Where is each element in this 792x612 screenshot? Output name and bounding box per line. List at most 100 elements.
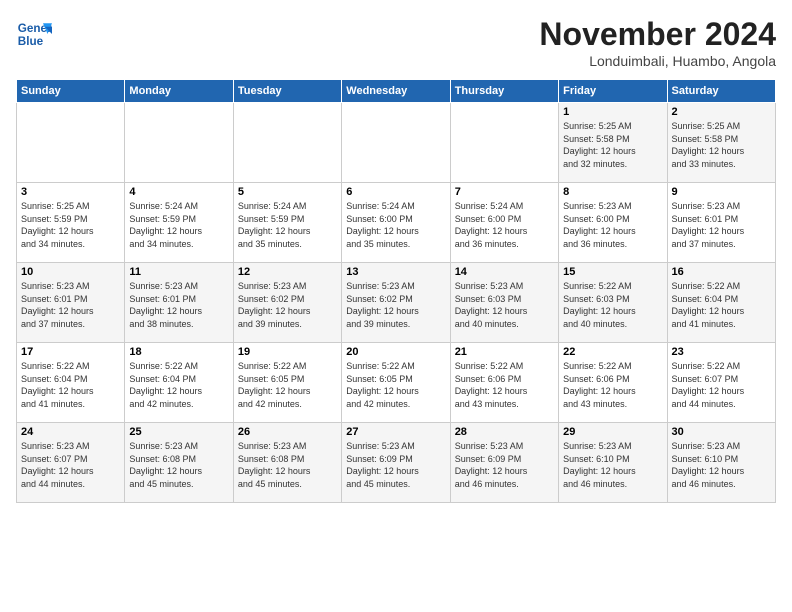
day-number: 17 bbox=[21, 346, 120, 358]
day-number: 5 bbox=[238, 186, 337, 198]
weekday-header-row: SundayMondayTuesdayWednesdayThursdayFrid… bbox=[17, 80, 776, 103]
day-number: 25 bbox=[129, 426, 228, 438]
day-number: 3 bbox=[21, 186, 120, 198]
day-number: 15 bbox=[563, 266, 662, 278]
calendar-cell: 20 Sunrise: 5:22 AM Sunset: 6:05 PM Dayli… bbox=[342, 343, 450, 423]
day-number: 10 bbox=[21, 266, 120, 278]
day-info: Sunrise: 5:23 AM Sunset: 6:01 PM Dayligh… bbox=[21, 280, 120, 330]
day-info: Sunrise: 5:22 AM Sunset: 6:03 PM Dayligh… bbox=[563, 280, 662, 330]
calendar-cell: 16Sunrise: 5:22 AM Sunset: 6:04 PM Dayli… bbox=[667, 263, 775, 343]
weekday-header-monday: Monday bbox=[125, 80, 233, 103]
calendar-cell: 21 Sunrise: 5:22 AM Sunset: 6:06 PM Dayli… bbox=[450, 343, 558, 423]
calendar-cell: 2 Sunrise: 5:25 AM Sunset: 5:58 PM Daylig… bbox=[667, 103, 775, 183]
calendar-cell bbox=[342, 103, 450, 183]
day-number: 29 bbox=[563, 426, 662, 438]
calendar-cell: 1 Sunrise: 5:25 AM Sunset: 5:58 PM Daylig… bbox=[559, 103, 667, 183]
calendar-cell: 29Sunrise: 5:23 AM Sunset: 6:10 PM Dayli… bbox=[559, 423, 667, 503]
day-info: Sunrise: 5:23 AM Sunset: 6:10 PM Dayligh… bbox=[672, 440, 771, 490]
title-area: November 2024 Londuimbali, Huambo, Angol… bbox=[539, 16, 776, 69]
day-info: Sunrise: 5:23 AM Sunset: 6:03 PM Dayligh… bbox=[455, 280, 554, 330]
weekday-header-tuesday: Tuesday bbox=[233, 80, 341, 103]
logo: General Blue bbox=[16, 16, 52, 52]
day-info: Sunrise: 5:22 AM Sunset: 6:04 PM Dayligh… bbox=[672, 280, 771, 330]
calendar-cell: 10 Sunrise: 5:23 AM Sunset: 6:01 PM Dayli… bbox=[17, 263, 125, 343]
calendar-cell bbox=[17, 103, 125, 183]
day-number: 11 bbox=[129, 266, 228, 278]
day-number: 23 bbox=[672, 346, 771, 358]
day-number: 19 bbox=[238, 346, 337, 358]
calendar-cell: 30 Sunrise: 5:23 AM Sunset: 6:10 PM Dayli… bbox=[667, 423, 775, 503]
day-info: Sunrise: 5:23 AM Sunset: 6:08 PM Dayligh… bbox=[129, 440, 228, 490]
calendar-cell: 19 Sunrise: 5:22 AM Sunset: 6:05 PM Dayli… bbox=[233, 343, 341, 423]
day-info: Sunrise: 5:22 AM Sunset: 6:04 PM Dayligh… bbox=[129, 360, 228, 410]
calendar-cell: 13 Sunrise: 5:23 AM Sunset: 6:02 PM Dayli… bbox=[342, 263, 450, 343]
calendar-cell: 24Sunrise: 5:23 AM Sunset: 6:07 PM Dayli… bbox=[17, 423, 125, 503]
calendar-week-2: 3 Sunrise: 5:25 AM Sunset: 5:59 PM Daylig… bbox=[17, 183, 776, 263]
day-info: Sunrise: 5:25 AM Sunset: 5:58 PM Dayligh… bbox=[672, 120, 771, 170]
day-info: Sunrise: 5:24 AM Sunset: 5:59 PM Dayligh… bbox=[238, 200, 337, 250]
calendar-cell: 18 Sunrise: 5:22 AM Sunset: 6:04 PM Dayli… bbox=[125, 343, 233, 423]
calendar-cell: 6Sunrise: 5:24 AM Sunset: 6:00 PM Daylig… bbox=[342, 183, 450, 263]
day-info: Sunrise: 5:22 AM Sunset: 6:05 PM Dayligh… bbox=[238, 360, 337, 410]
day-number: 30 bbox=[672, 426, 771, 438]
day-info: Sunrise: 5:23 AM Sunset: 6:01 PM Dayligh… bbox=[129, 280, 228, 330]
day-number: 21 bbox=[455, 346, 554, 358]
day-info: Sunrise: 5:23 AM Sunset: 6:00 PM Dayligh… bbox=[563, 200, 662, 250]
calendar-cell bbox=[450, 103, 558, 183]
day-number: 13 bbox=[346, 266, 445, 278]
calendar-cell: 4Sunrise: 5:24 AM Sunset: 5:59 PM Daylig… bbox=[125, 183, 233, 263]
calendar-week-5: 24Sunrise: 5:23 AM Sunset: 6:07 PM Dayli… bbox=[17, 423, 776, 503]
day-info: Sunrise: 5:23 AM Sunset: 6:02 PM Dayligh… bbox=[346, 280, 445, 330]
calendar-cell: 14 Sunrise: 5:23 AM Sunset: 6:03 PM Dayli… bbox=[450, 263, 558, 343]
day-info: Sunrise: 5:23 AM Sunset: 6:01 PM Dayligh… bbox=[672, 200, 771, 250]
calendar-cell: 17Sunrise: 5:22 AM Sunset: 6:04 PM Dayli… bbox=[17, 343, 125, 423]
day-number: 20 bbox=[346, 346, 445, 358]
weekday-header-saturday: Saturday bbox=[667, 80, 775, 103]
day-number: 28 bbox=[455, 426, 554, 438]
calendar-cell: 15 Sunrise: 5:22 AM Sunset: 6:03 PM Dayli… bbox=[559, 263, 667, 343]
calendar-cell: 26 Sunrise: 5:23 AM Sunset: 6:08 PM Dayli… bbox=[233, 423, 341, 503]
day-info: Sunrise: 5:25 AM Sunset: 5:58 PM Dayligh… bbox=[563, 120, 662, 170]
day-number: 9 bbox=[672, 186, 771, 198]
day-number: 2 bbox=[672, 106, 771, 118]
calendar-cell: 28Sunrise: 5:23 AM Sunset: 6:09 PM Dayli… bbox=[450, 423, 558, 503]
calendar-week-4: 17 Sunrise: 5:22 AM Sunset: 6:04 PM Dayli… bbox=[17, 343, 776, 423]
day-number: 22 bbox=[563, 346, 662, 358]
day-number: 26 bbox=[238, 426, 337, 438]
day-info: Sunrise: 5:23 AM Sunset: 6:02 PM Dayligh… bbox=[238, 280, 337, 330]
day-info: Sunrise: 5:22 AM Sunset: 6:05 PM Dayligh… bbox=[346, 360, 445, 410]
calendar-cell bbox=[233, 103, 341, 183]
generalblue-logo-icon: General Blue bbox=[16, 16, 52, 52]
calendar-body: 1 Sunrise: 5:25 AM Sunset: 5:58 PM Daylig… bbox=[17, 103, 776, 503]
day-number: 24 bbox=[21, 426, 120, 438]
day-info: Sunrise: 5:25 AM Sunset: 5:59 PM Dayligh… bbox=[21, 200, 120, 250]
calendar-week-3: 10 Sunrise: 5:23 AM Sunset: 6:01 PM Dayli… bbox=[17, 263, 776, 343]
day-info: Sunrise: 5:22 AM Sunset: 6:06 PM Dayligh… bbox=[563, 360, 662, 410]
header: General Blue November 2024 Londuimbali, … bbox=[16, 16, 776, 69]
day-number: 1 bbox=[563, 106, 662, 118]
day-number: 8 bbox=[563, 186, 662, 198]
weekday-header-wednesday: Wednesday bbox=[342, 80, 450, 103]
day-info: Sunrise: 5:22 AM Sunset: 6:06 PM Dayligh… bbox=[455, 360, 554, 410]
calendar-cell: 25 Sunrise: 5:23 AM Sunset: 6:08 PM Dayli… bbox=[125, 423, 233, 503]
calendar-cell: 27 Sunrise: 5:23 AM Sunset: 6:09 PM Dayli… bbox=[342, 423, 450, 503]
day-number: 27 bbox=[346, 426, 445, 438]
calendar-cell: 9 Sunrise: 5:23 AM Sunset: 6:01 PM Daylig… bbox=[667, 183, 775, 263]
calendar-table: SundayMondayTuesdayWednesdayThursdayFrid… bbox=[16, 79, 776, 503]
day-number: 7 bbox=[455, 186, 554, 198]
svg-text:Blue: Blue bbox=[18, 35, 44, 48]
day-info: Sunrise: 5:24 AM Sunset: 5:59 PM Dayligh… bbox=[129, 200, 228, 250]
day-number: 18 bbox=[129, 346, 228, 358]
day-info: Sunrise: 5:22 AM Sunset: 6:07 PM Dayligh… bbox=[672, 360, 771, 410]
weekday-header-thursday: Thursday bbox=[450, 80, 558, 103]
calendar-cell: 11 Sunrise: 5:23 AM Sunset: 6:01 PM Dayli… bbox=[125, 263, 233, 343]
day-number: 14 bbox=[455, 266, 554, 278]
calendar-cell: 5 Sunrise: 5:24 AM Sunset: 5:59 PM Daylig… bbox=[233, 183, 341, 263]
calendar-cell: 8 Sunrise: 5:23 AM Sunset: 6:00 PM Daylig… bbox=[559, 183, 667, 263]
day-info: Sunrise: 5:23 AM Sunset: 6:08 PM Dayligh… bbox=[238, 440, 337, 490]
calendar-week-1: 1 Sunrise: 5:25 AM Sunset: 5:58 PM Daylig… bbox=[17, 103, 776, 183]
month-year-title: November 2024 bbox=[539, 16, 776, 53]
calendar-cell: 23 Sunrise: 5:22 AM Sunset: 6:07 PM Dayli… bbox=[667, 343, 775, 423]
calendar-cell: 3 Sunrise: 5:25 AM Sunset: 5:59 PM Daylig… bbox=[17, 183, 125, 263]
day-info: Sunrise: 5:23 AM Sunset: 6:09 PM Dayligh… bbox=[346, 440, 445, 490]
